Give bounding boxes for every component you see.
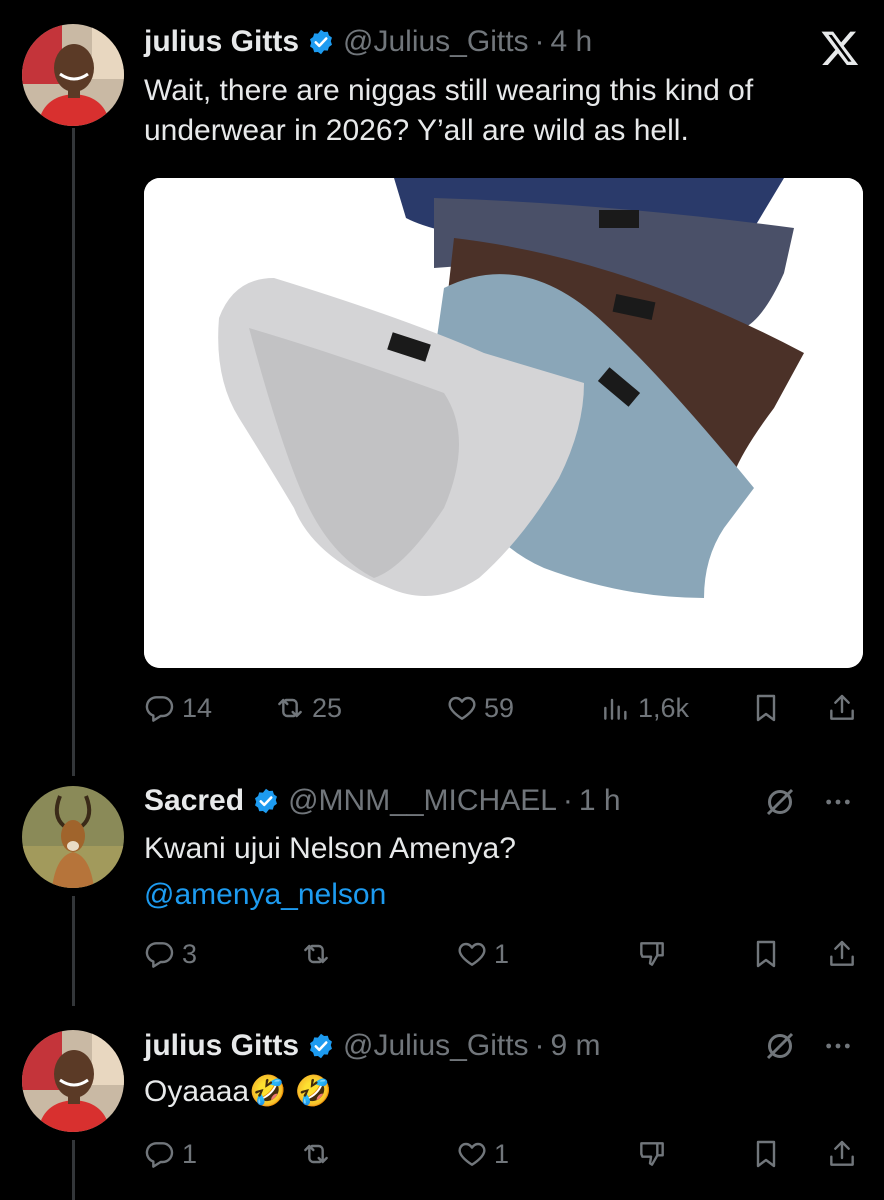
tweet-header: julius Gitts @Julius_Gitts · 4 h xyxy=(144,22,592,62)
tweet-text: Oyaaaa🤣 🤣 xyxy=(144,1072,332,1112)
handle[interactable]: @Julius_Gitts xyxy=(343,25,529,59)
grok-icon[interactable] xyxy=(762,784,798,820)
like-icon xyxy=(448,696,476,720)
reply-icon xyxy=(145,1142,174,1168)
bookmark-icon xyxy=(756,1140,776,1168)
reply-icon xyxy=(145,942,174,968)
reply-button[interactable]: 14 xyxy=(144,688,212,728)
dislike-button[interactable] xyxy=(636,1134,668,1174)
handle[interactable]: @Julius_Gitts xyxy=(343,1029,529,1063)
thread-line xyxy=(72,896,75,1006)
grok-icon[interactable] xyxy=(762,1028,798,1064)
dislike-icon xyxy=(640,942,664,966)
bookmark-icon xyxy=(756,940,776,968)
like-icon xyxy=(458,942,486,966)
more-icon[interactable] xyxy=(822,786,854,818)
like-button[interactable]: 59 xyxy=(446,688,514,728)
like-icon xyxy=(458,1142,486,1166)
reply-count: 1 xyxy=(182,1138,198,1169)
repost-button[interactable] xyxy=(300,934,332,974)
more-icon[interactable] xyxy=(822,1030,854,1062)
views-button[interactable]: 1,6k xyxy=(600,688,689,728)
avatar[interactable] xyxy=(22,786,124,888)
tweet-actions: 14 25 59 1,6k xyxy=(144,688,864,728)
like-count: 1 xyxy=(494,1138,510,1169)
share-button[interactable] xyxy=(826,934,858,974)
separator-dot: · xyxy=(534,25,545,58)
tweet-text-line: Oyaaaa🤣 🤣 xyxy=(144,1075,333,1108)
dislike-button[interactable] xyxy=(636,934,668,974)
mention-link[interactable]: @amenya_nelson xyxy=(144,875,516,915)
bookmark-button[interactable] xyxy=(750,934,782,974)
thread-line xyxy=(72,128,75,776)
repost-button[interactable] xyxy=(300,1134,332,1174)
views-count: 1,6k xyxy=(638,692,690,723)
repost-count: 25 xyxy=(312,692,343,723)
avatar[interactable] xyxy=(22,24,124,126)
share-icon xyxy=(830,940,854,966)
share-button[interactable] xyxy=(826,1134,858,1174)
like-button[interactable]: 1 xyxy=(456,1134,509,1174)
share-button[interactable] xyxy=(826,688,858,728)
repost-icon xyxy=(304,944,328,964)
tweet-text-line: Kwani ujui Nelson Amenya? xyxy=(144,832,516,865)
repost-button[interactable]: 25 xyxy=(274,688,342,728)
tweet-actions: 3 1 xyxy=(144,934,864,974)
display-name[interactable]: julius Gitts xyxy=(144,25,299,59)
reply-icon xyxy=(145,696,174,722)
svg-text:JE SHEN: JE SHEN xyxy=(204,635,263,651)
reply-button[interactable]: 1 xyxy=(144,1134,197,1174)
avatar[interactable] xyxy=(22,1030,124,1132)
share-icon xyxy=(830,694,854,720)
tweet-text-line: underwear in 2026? Y’all are wild as hel… xyxy=(144,114,689,147)
handle[interactable]: @MNM__MICHAEL xyxy=(288,784,557,818)
verified-badge-icon xyxy=(310,1033,332,1059)
dislike-icon xyxy=(640,1142,664,1166)
share-icon xyxy=(830,1140,854,1166)
tweet-text: Kwani ujui Nelson Amenya? @amenya_nelson xyxy=(144,829,516,915)
bookmark-button[interactable] xyxy=(750,1134,782,1174)
thread-line xyxy=(72,1140,75,1200)
repost-icon xyxy=(304,1144,328,1164)
tweet-header: Sacred @MNM__MICHAEL · 1 h xyxy=(144,781,621,821)
verified-badge-icon xyxy=(255,788,278,814)
like-count: 1 xyxy=(494,938,510,969)
views-icon xyxy=(604,698,627,720)
tweet-text: Wait, there are niggas still wearing thi… xyxy=(144,71,753,151)
tweet-actions: 1 1 xyxy=(144,1134,864,1174)
like-count: 59 xyxy=(484,692,515,723)
timestamp[interactable]: 4 h xyxy=(551,25,593,59)
timestamp[interactable]: 9 m xyxy=(551,1029,601,1063)
reply-button[interactable]: 3 xyxy=(144,934,197,974)
timestamp[interactable]: 1 h xyxy=(579,784,621,818)
verified-badge-icon xyxy=(310,29,332,55)
display-name[interactable]: Sacred xyxy=(144,784,244,818)
repost-icon xyxy=(278,698,302,718)
tweet-media-image[interactable]: JE SHEN xyxy=(144,178,863,668)
tweet-header: julius Gitts @Julius_Gitts · 9 m xyxy=(144,1026,601,1066)
reply-count: 14 xyxy=(182,692,213,723)
tweet-text-line: Wait, there are niggas still wearing thi… xyxy=(144,74,754,107)
display-name[interactable]: julius Gitts xyxy=(144,1029,299,1063)
bookmark-button[interactable] xyxy=(750,688,782,728)
x-logo-icon xyxy=(821,31,859,66)
like-button[interactable]: 1 xyxy=(456,934,509,974)
separator-dot: · xyxy=(562,784,573,817)
reply-count: 3 xyxy=(182,938,198,969)
bookmark-icon xyxy=(756,694,776,722)
separator-dot: · xyxy=(534,1029,545,1062)
